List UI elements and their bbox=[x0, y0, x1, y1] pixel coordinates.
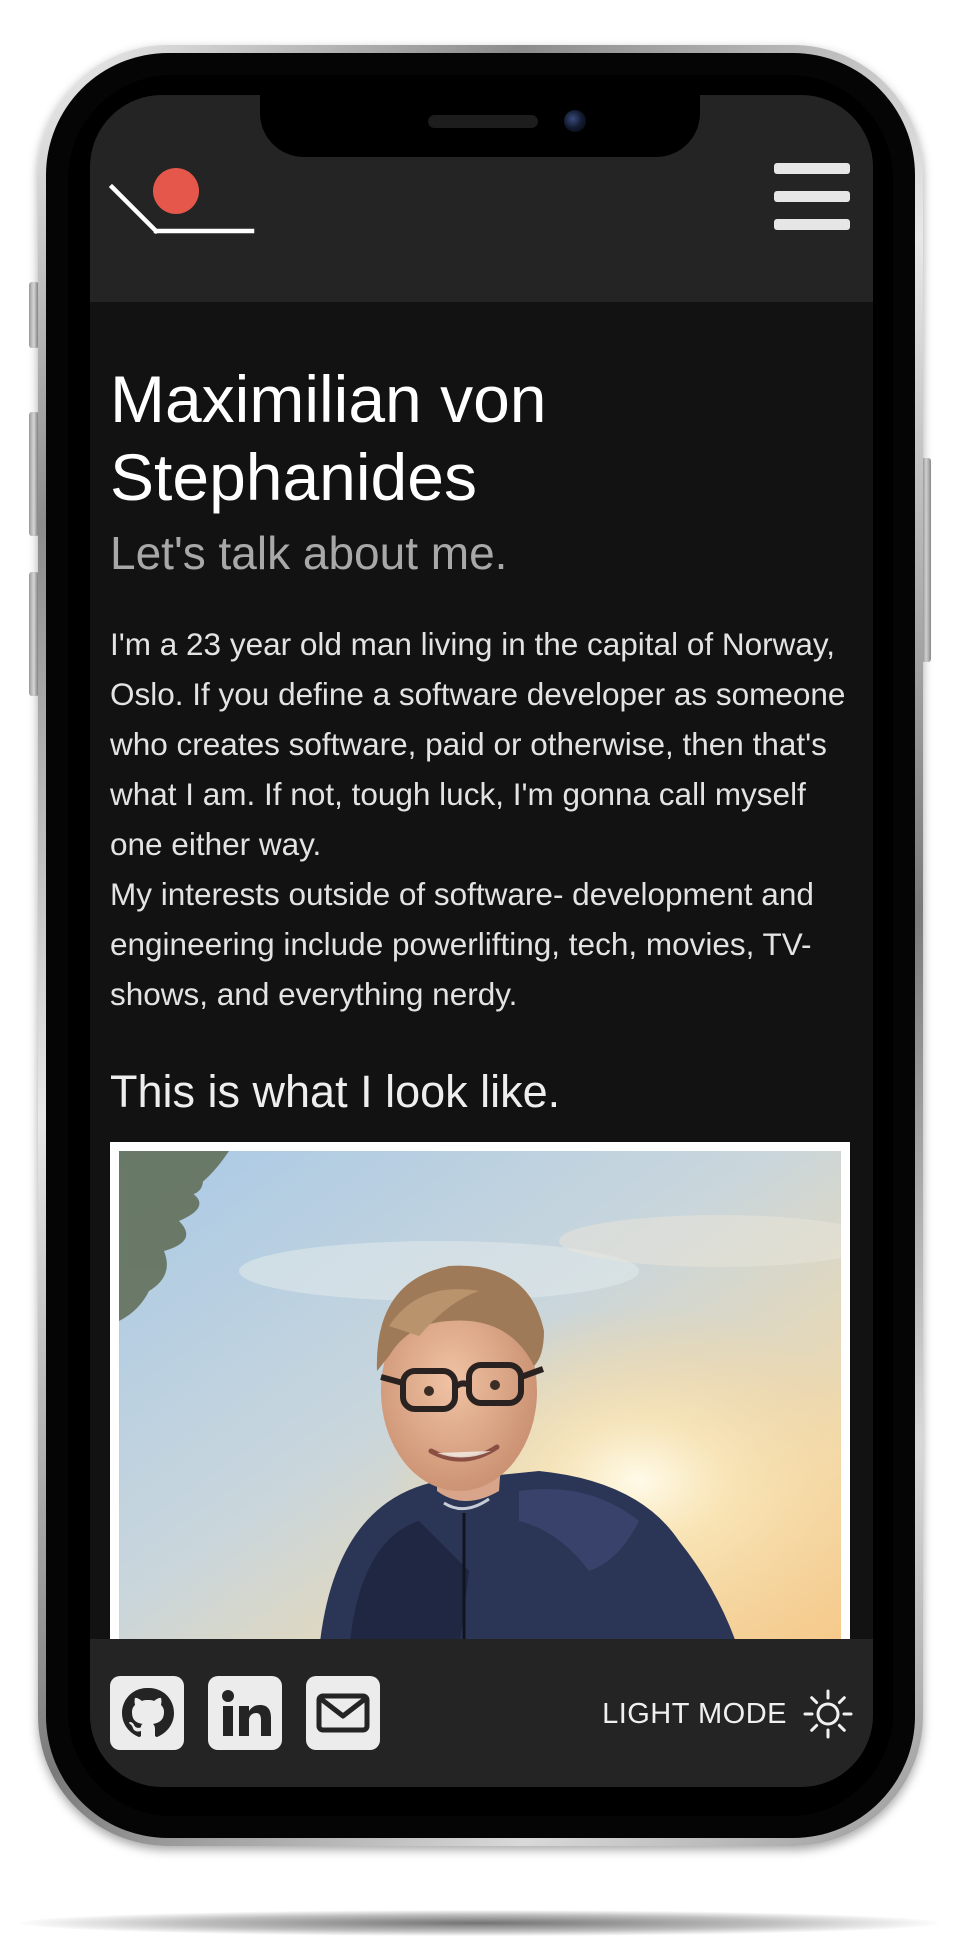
notch bbox=[260, 95, 700, 157]
about-content: Maximilian von Stephanides Let's talk ab… bbox=[110, 302, 850, 1639]
front-camera bbox=[564, 110, 586, 132]
site-footer: LIGHT MODE bbox=[90, 1639, 873, 1787]
menu-bar-top bbox=[774, 163, 850, 174]
photo-heading: This is what I look like. bbox=[110, 1066, 561, 1117]
github-icon[interactable] bbox=[110, 1676, 184, 1750]
portrait-photo-frame bbox=[110, 1142, 850, 1639]
theme-toggle-label: LIGHT MODE bbox=[602, 1697, 787, 1730]
earpiece-speaker bbox=[428, 115, 538, 128]
menu-bar-middle bbox=[774, 191, 850, 202]
menu-bar-bottom bbox=[774, 219, 850, 230]
page-subtitle: Let's talk about me. bbox=[110, 527, 508, 579]
portrait-photo bbox=[119, 1151, 841, 1639]
floor-shadow bbox=[20, 1910, 939, 1936]
logo[interactable] bbox=[108, 167, 256, 237]
logo-mark bbox=[108, 168, 255, 235]
page-title: Maximilian von Stephanides bbox=[110, 362, 547, 514]
interests-paragraph: My interests outside of software- develo… bbox=[110, 876, 814, 1012]
linkedin-icon[interactable] bbox=[208, 1676, 282, 1750]
intro-paragraph: I'm a 23 year old man living in the capi… bbox=[110, 626, 846, 862]
theme-toggle-button[interactable]: LIGHT MODE bbox=[602, 1679, 853, 1749]
sun-icon bbox=[803, 1689, 853, 1739]
mail-icon[interactable] bbox=[306, 1676, 380, 1750]
phone-screen: Maximilian von Stephanides Let's talk ab… bbox=[90, 95, 873, 1787]
logo-red-dot bbox=[153, 168, 199, 214]
hamburger-menu-icon[interactable] bbox=[774, 163, 850, 231]
